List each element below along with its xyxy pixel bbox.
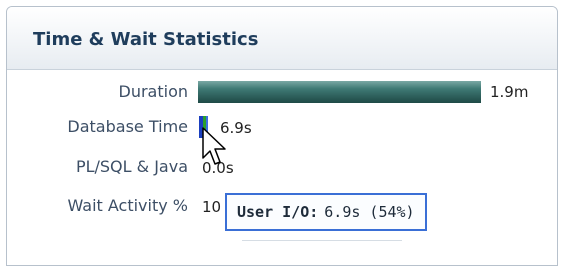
panel-title: Time & Wait Statistics bbox=[33, 29, 259, 50]
database-time-label: Database Time bbox=[67, 117, 188, 136]
duration-bar[interactable] bbox=[198, 81, 481, 103]
panel-header: Time & Wait Statistics bbox=[7, 7, 557, 70]
mouse-pointer-icon bbox=[202, 127, 226, 165]
wait-class-tooltip: User I/O: 6.9s (54%) bbox=[225, 193, 427, 231]
tooltip-value: 6.9s (54%) bbox=[324, 203, 415, 221]
duration-value: 1.9m bbox=[490, 83, 529, 101]
tooltip-key: User I/O: bbox=[237, 203, 319, 221]
divider bbox=[242, 240, 402, 241]
wait-activity-label: Wait Activity % bbox=[67, 196, 188, 215]
wait-activity-value: 10 bbox=[202, 198, 222, 216]
duration-label: Duration bbox=[118, 82, 189, 101]
plsql-java-label: PL/SQL & Java bbox=[75, 157, 188, 176]
